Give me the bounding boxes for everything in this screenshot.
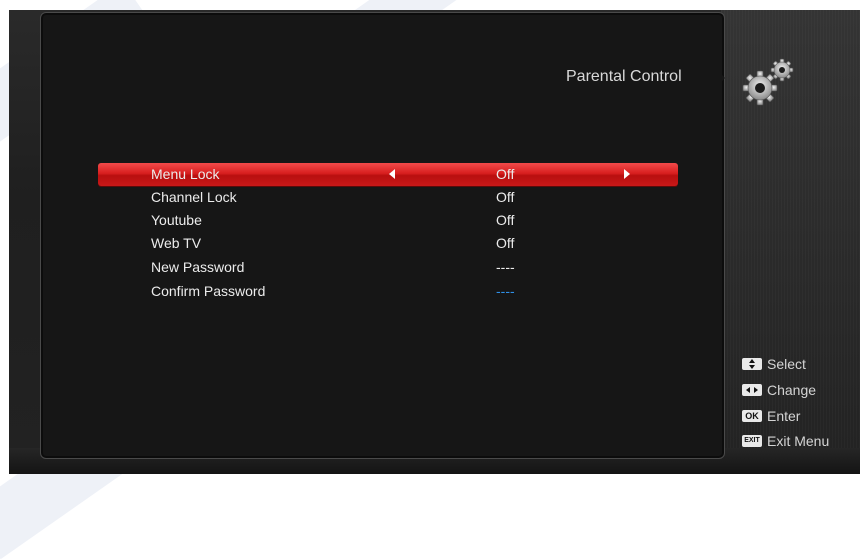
menu-item-value: Off	[496, 235, 515, 251]
menu-item-label: Channel Lock	[151, 189, 237, 205]
menu-item-value: Off	[496, 166, 515, 182]
menu-item-label: Web TV	[151, 235, 202, 251]
menu-item-channel-lock[interactable]: Channel Lock Off	[98, 186, 678, 209]
ok-key-icon: OK	[742, 410, 762, 422]
menu-item-youtube[interactable]: Youtube Off	[98, 209, 678, 232]
menu-item-new-password[interactable]: New Password ----	[98, 256, 678, 279]
menu-item-value: Off	[496, 189, 515, 205]
gears-icon	[742, 58, 794, 106]
title-pointer	[717, 70, 725, 86]
menu-item-label: Menu Lock	[151, 166, 220, 182]
legend-label: Exit Menu	[767, 433, 830, 449]
menu-item-menu-lock[interactable]: Menu Lock Off	[98, 163, 678, 186]
arrow-right-icon[interactable]	[624, 169, 630, 179]
menu-item-value: Off	[496, 212, 515, 228]
legend-label: Select	[767, 356, 806, 372]
left-right-key-icon	[742, 384, 762, 396]
legend-label: Enter	[767, 408, 801, 424]
menu-item-label: Youtube	[151, 212, 202, 228]
arrow-left-icon[interactable]	[389, 169, 395, 179]
menu-item-label: Confirm Password	[151, 283, 266, 299]
exit-key-icon: EXIT	[742, 435, 762, 447]
legend-label: Change	[767, 382, 817, 398]
password-field[interactable]: ----	[496, 259, 515, 275]
menu-item-label: New Password	[151, 259, 245, 275]
menu-item-confirm-password[interactable]: Confirm Password ----	[98, 280, 678, 303]
menu-item-web-tv[interactable]: Web TV Off	[98, 232, 678, 255]
password-confirm-field[interactable]: ----	[496, 283, 515, 299]
page-title: Parental Control	[566, 68, 682, 85]
up-down-key-icon	[742, 358, 762, 370]
